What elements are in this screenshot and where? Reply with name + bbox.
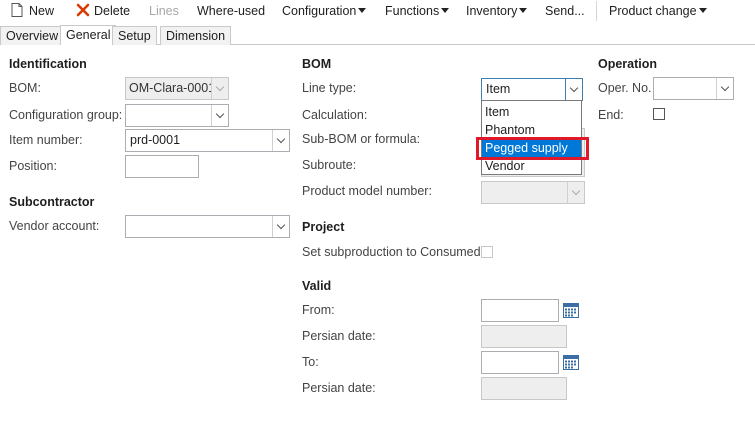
new-label: New bbox=[29, 4, 55, 18]
end-checkbox[interactable] bbox=[653, 108, 665, 120]
product-model-label: Product model number: bbox=[302, 184, 432, 198]
tab-overview[interactable]: Overview bbox=[0, 26, 65, 45]
vendor-account-label: Vendor account: bbox=[9, 219, 100, 233]
set-subproduction-checkbox[interactable] bbox=[481, 246, 493, 258]
chevron-down-icon bbox=[569, 83, 579, 93]
line-type-dropdown-button[interactable] bbox=[565, 79, 582, 100]
to-label: To: bbox=[302, 355, 319, 369]
configuration-group-dropdown-button[interactable] bbox=[211, 105, 228, 126]
delete-x-icon bbox=[76, 3, 90, 17]
oper-no-dropdown-button[interactable] bbox=[716, 78, 733, 99]
configuration-group-field[interactable] bbox=[125, 104, 229, 127]
calculation-label: Calculation: bbox=[302, 108, 368, 122]
identification-header: Identification bbox=[9, 57, 87, 71]
oper-no-label: Oper. No. bbox=[598, 81, 652, 95]
operation-header: Operation bbox=[598, 57, 658, 71]
project-header: Project bbox=[302, 220, 345, 234]
bom-header: BOM bbox=[302, 57, 332, 71]
product-model-field[interactable] bbox=[481, 181, 585, 204]
delete-button[interactable]: Delete bbox=[76, 3, 130, 19]
configuration-group-label: Configuration group: bbox=[9, 108, 123, 122]
chevron-down-icon bbox=[276, 134, 286, 144]
chevron-down-icon bbox=[571, 186, 581, 196]
lines-button[interactable]: Lines bbox=[149, 3, 179, 19]
line-type-field[interactable]: Item bbox=[481, 78, 583, 101]
position-label: Position: bbox=[9, 159, 57, 173]
calendar-icon[interactable] bbox=[563, 355, 579, 370]
action-pane: New Delete Lines Where-used Configuratio… bbox=[0, 0, 755, 22]
product-change-label: Product change bbox=[609, 4, 697, 18]
set-subproduction-label: Set subproduction to Consumed: bbox=[302, 245, 485, 259]
subcontractor-header: Subcontractor bbox=[9, 195, 95, 209]
inventory-menu[interactable]: Inventory bbox=[466, 3, 528, 19]
toolbar-divider bbox=[596, 1, 597, 21]
bom-value: OM-Clara-0001 bbox=[129, 81, 216, 95]
tab-general[interactable]: General bbox=[60, 25, 117, 45]
vendor-account-dropdown-button[interactable] bbox=[272, 216, 289, 237]
item-number-field[interactable]: prd-0001 bbox=[125, 129, 290, 152]
line-type-option-item[interactable]: Item bbox=[482, 103, 581, 121]
item-number-label: Item number: bbox=[9, 133, 83, 147]
item-number-dropdown-button[interactable] bbox=[272, 130, 289, 151]
persian-date-from-field[interactable] bbox=[481, 325, 567, 348]
highlight-box bbox=[476, 137, 589, 160]
vendor-account-field[interactable] bbox=[125, 215, 290, 238]
persian-date-to-field[interactable] bbox=[481, 377, 567, 400]
tab-dimension[interactable]: Dimension bbox=[160, 26, 232, 45]
chevron-down-icon bbox=[276, 220, 286, 230]
functions-label: Functions bbox=[385, 4, 440, 18]
tab-setup[interactable]: Setup bbox=[112, 26, 157, 45]
new-document-icon bbox=[11, 3, 23, 17]
subroute-label: Subroute: bbox=[302, 158, 357, 172]
line-type-label: Line type: bbox=[302, 81, 357, 95]
from-date-field[interactable] bbox=[481, 299, 559, 322]
to-date-field[interactable] bbox=[481, 351, 559, 374]
chevron-down-icon bbox=[215, 82, 225, 92]
functions-menu[interactable]: Functions bbox=[385, 3, 450, 19]
persian-date-from-label: Persian date: bbox=[302, 329, 376, 343]
persian-date-to-label: Persian date: bbox=[302, 381, 376, 395]
inventory-caret-icon bbox=[519, 8, 528, 13]
valid-header: Valid bbox=[302, 279, 332, 293]
position-field[interactable] bbox=[125, 155, 199, 178]
end-label: End: bbox=[598, 108, 624, 122]
from-label: From: bbox=[302, 303, 335, 317]
bom-label: BOM: bbox=[9, 81, 41, 95]
oper-no-field[interactable] bbox=[653, 77, 734, 100]
bom-field[interactable]: OM-Clara-0001 bbox=[125, 77, 229, 100]
configuration-menu[interactable]: Configuration bbox=[282, 3, 367, 19]
product-change-caret-icon bbox=[698, 8, 707, 13]
line-type-value: Item bbox=[486, 82, 511, 96]
inventory-label: Inventory bbox=[466, 4, 518, 18]
tab-strip: Overview General Setup Dimension bbox=[0, 24, 755, 45]
configuration-label: Configuration bbox=[282, 4, 357, 18]
send-button[interactable]: Send... bbox=[545, 3, 585, 19]
chevron-down-icon bbox=[215, 109, 225, 119]
product-change-menu[interactable]: Product change bbox=[609, 3, 707, 19]
configuration-caret-icon bbox=[358, 8, 367, 13]
where-used-button[interactable]: Where-used bbox=[197, 3, 265, 19]
item-number-value: prd-0001 bbox=[130, 133, 181, 147]
delete-label: Delete bbox=[94, 4, 131, 18]
functions-caret-icon bbox=[441, 8, 450, 13]
product-model-dropdown-button[interactable] bbox=[567, 182, 584, 203]
bom-dropdown-button[interactable] bbox=[211, 78, 228, 99]
calendar-icon[interactable] bbox=[563, 303, 579, 318]
chevron-down-icon bbox=[720, 82, 730, 92]
sub-bom-label: Sub-BOM or formula: bbox=[302, 132, 421, 146]
new-button[interactable]: New bbox=[11, 3, 54, 19]
